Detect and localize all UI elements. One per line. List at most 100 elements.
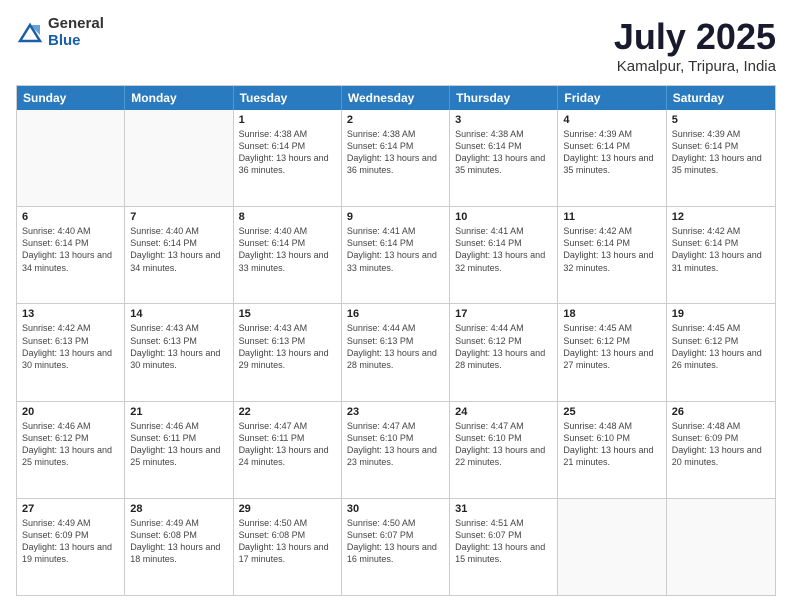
day-number: 11 bbox=[563, 211, 660, 223]
cal-cell-2-6: 19Sunrise: 4:45 AMSunset: 6:12 PMDayligh… bbox=[667, 304, 775, 400]
header-friday: Friday bbox=[558, 86, 666, 110]
cal-cell-3-4: 24 Sunrise: 4:47 AMSunset: 6:10 PMDayligh… bbox=[450, 402, 558, 498]
day-number: 1 bbox=[239, 114, 336, 126]
cal-cell-3-1: 21Sunrise: 4:46 AMSunset: 6:11 PMDayligh… bbox=[125, 402, 233, 498]
cal-cell-1-5: 11 Sunrise: 4:42 AMSunset: 6:14 PMDayligh… bbox=[558, 207, 666, 303]
header-saturday: Saturday bbox=[667, 86, 775, 110]
cal-cell-0-5: 4 Sunrise: 4:39 AMSunset: 6:14 PMDaylight… bbox=[558, 110, 666, 206]
cell-info: Sunrise: 4:38 AMSunset: 6:14 PMDaylight:… bbox=[347, 128, 444, 177]
cal-cell-4-3: 30Sunrise: 4:50 AMSunset: 6:07 PMDayligh… bbox=[342, 499, 450, 595]
cal-cell-1-4: 10 Sunrise: 4:41 AMSunset: 6:14 PMDayligh… bbox=[450, 207, 558, 303]
cal-cell-1-6: 12Sunrise: 4:42 AMSunset: 6:14 PMDayligh… bbox=[667, 207, 775, 303]
day-number: 27 bbox=[22, 503, 119, 515]
cell-info: Sunrise: 4:48 AMSunset: 6:10 PMDaylight:… bbox=[563, 420, 660, 469]
cell-info: Sunrise: 4:40 AMSunset: 6:14 PMDaylight:… bbox=[239, 225, 336, 274]
day-number: 5 bbox=[672, 114, 770, 126]
day-number: 13 bbox=[22, 308, 119, 320]
cell-info: Sunrise: 4:40 AMSunset: 6:14 PMDaylight:… bbox=[130, 225, 227, 274]
day-number: 22 bbox=[239, 406, 336, 418]
day-number: 15 bbox=[239, 308, 336, 320]
cal-cell-1-1: 7 Sunrise: 4:40 AMSunset: 6:14 PMDaylight… bbox=[125, 207, 233, 303]
day-number: 14 bbox=[130, 308, 227, 320]
day-number: 26 bbox=[672, 406, 770, 418]
day-number: 8 bbox=[239, 211, 336, 223]
day-number: 4 bbox=[563, 114, 660, 126]
cell-info: Sunrise: 4:42 AMSunset: 6:14 PMDaylight:… bbox=[563, 225, 660, 274]
cal-cell-0-3: 2Sunrise: 4:38 AMSunset: 6:14 PMDaylight… bbox=[342, 110, 450, 206]
cal-cell-4-2: 29Sunrise: 4:50 AMSunset: 6:08 PMDayligh… bbox=[234, 499, 342, 595]
cal-cell-2-5: 18 Sunrise: 4:45 AMSunset: 6:12 PMDayligh… bbox=[558, 304, 666, 400]
cal-cell-3-3: 23Sunrise: 4:47 AMSunset: 6:10 PMDayligh… bbox=[342, 402, 450, 498]
cell-info: Sunrise: 4:50 AMSunset: 6:08 PMDaylight:… bbox=[239, 517, 336, 566]
cell-info: Sunrise: 4:47 AMSunset: 6:10 PMDaylight:… bbox=[455, 420, 552, 469]
cal-cell-4-5 bbox=[558, 499, 666, 595]
day-number: 25 bbox=[563, 406, 660, 418]
cal-cell-0-6: 5 Sunrise: 4:39 AMSunset: 6:14 PMDaylight… bbox=[667, 110, 775, 206]
cal-row-1: 6 Sunrise: 4:40 AMSunset: 6:14 PMDaylight… bbox=[17, 206, 775, 303]
cell-info: Sunrise: 4:43 AMSunset: 6:13 PMDaylight:… bbox=[239, 322, 336, 371]
cell-info: Sunrise: 4:39 AMSunset: 6:14 PMDaylight:… bbox=[672, 128, 770, 177]
cell-info: Sunrise: 4:43 AMSunset: 6:13 PMDaylight:… bbox=[130, 322, 227, 371]
day-number: 3 bbox=[455, 114, 552, 126]
cal-row-3: 20 Sunrise: 4:46 AMSunset: 6:12 PMDayligh… bbox=[17, 401, 775, 498]
cal-cell-0-4: 3 Sunrise: 4:38 AMSunset: 6:14 PMDaylight… bbox=[450, 110, 558, 206]
cal-cell-4-1: 28 Sunrise: 4:49 AMSunset: 6:08 PMDayligh… bbox=[125, 499, 233, 595]
cell-info: Sunrise: 4:44 AMSunset: 6:13 PMDaylight:… bbox=[347, 322, 444, 371]
header-thursday: Thursday bbox=[450, 86, 558, 110]
cal-row-2: 13 Sunrise: 4:42 AMSunset: 6:13 PMDayligh… bbox=[17, 303, 775, 400]
cell-info: Sunrise: 4:40 AMSunset: 6:14 PMDaylight:… bbox=[22, 225, 119, 274]
cell-info: Sunrise: 4:38 AMSunset: 6:14 PMDaylight:… bbox=[455, 128, 552, 177]
cal-cell-2-0: 13 Sunrise: 4:42 AMSunset: 6:13 PMDayligh… bbox=[17, 304, 125, 400]
calendar: Sunday Monday Tuesday Wednesday Thursday… bbox=[16, 85, 776, 596]
cal-cell-0-1 bbox=[125, 110, 233, 206]
cell-info: Sunrise: 4:45 AMSunset: 6:12 PMDaylight:… bbox=[672, 322, 770, 371]
cal-cell-4-6 bbox=[667, 499, 775, 595]
logo-general-text: General bbox=[48, 16, 104, 33]
day-number: 23 bbox=[347, 406, 444, 418]
header-wednesday: Wednesday bbox=[342, 86, 450, 110]
cal-cell-2-1: 14 Sunrise: 4:43 AMSunset: 6:13 PMDayligh… bbox=[125, 304, 233, 400]
cell-info: Sunrise: 4:46 AMSunset: 6:11 PMDaylight:… bbox=[130, 420, 227, 469]
day-number: 16 bbox=[347, 308, 444, 320]
cell-info: Sunrise: 4:39 AMSunset: 6:14 PMDaylight:… bbox=[563, 128, 660, 177]
cal-cell-2-2: 15 Sunrise: 4:43 AMSunset: 6:13 PMDayligh… bbox=[234, 304, 342, 400]
day-number: 6 bbox=[22, 211, 119, 223]
header-monday: Monday bbox=[125, 86, 233, 110]
cal-cell-3-5: 25 Sunrise: 4:48 AMSunset: 6:10 PMDayligh… bbox=[558, 402, 666, 498]
cal-cell-0-2: 1 Sunrise: 4:38 AMSunset: 6:14 PMDaylight… bbox=[234, 110, 342, 206]
logo-icon bbox=[16, 19, 44, 47]
cal-cell-3-6: 26Sunrise: 4:48 AMSunset: 6:09 PMDayligh… bbox=[667, 402, 775, 498]
title-location: Kamalpur, Tripura, India bbox=[614, 58, 776, 75]
calendar-header: Sunday Monday Tuesday Wednesday Thursday… bbox=[17, 86, 775, 110]
cell-info: Sunrise: 4:46 AMSunset: 6:12 PMDaylight:… bbox=[22, 420, 119, 469]
header-tuesday: Tuesday bbox=[234, 86, 342, 110]
logo: General Blue bbox=[16, 16, 104, 49]
cal-cell-1-2: 8 Sunrise: 4:40 AMSunset: 6:14 PMDaylight… bbox=[234, 207, 342, 303]
day-number: 20 bbox=[22, 406, 119, 418]
day-number: 24 bbox=[455, 406, 552, 418]
day-number: 31 bbox=[455, 503, 552, 515]
cell-info: Sunrise: 4:50 AMSunset: 6:07 PMDaylight:… bbox=[347, 517, 444, 566]
day-number: 18 bbox=[563, 308, 660, 320]
cell-info: Sunrise: 4:45 AMSunset: 6:12 PMDaylight:… bbox=[563, 322, 660, 371]
header: General Blue July 2025 Kamalpur, Tripura… bbox=[16, 16, 776, 75]
page: General Blue July 2025 Kamalpur, Tripura… bbox=[0, 0, 792, 612]
logo-blue-text: Blue bbox=[48, 33, 104, 50]
cell-info: Sunrise: 4:41 AMSunset: 6:14 PMDaylight:… bbox=[455, 225, 552, 274]
cell-info: Sunrise: 4:44 AMSunset: 6:12 PMDaylight:… bbox=[455, 322, 552, 371]
logo-text: General Blue bbox=[48, 16, 104, 49]
day-number: 7 bbox=[130, 211, 227, 223]
cell-info: Sunrise: 4:38 AMSunset: 6:14 PMDaylight:… bbox=[239, 128, 336, 177]
title-block: July 2025 Kamalpur, Tripura, India bbox=[614, 16, 776, 75]
day-number: 10 bbox=[455, 211, 552, 223]
cell-info: Sunrise: 4:51 AMSunset: 6:07 PMDaylight:… bbox=[455, 517, 552, 566]
day-number: 9 bbox=[347, 211, 444, 223]
cell-info: Sunrise: 4:49 AMSunset: 6:09 PMDaylight:… bbox=[22, 517, 119, 566]
cell-info: Sunrise: 4:42 AMSunset: 6:13 PMDaylight:… bbox=[22, 322, 119, 371]
cal-cell-3-2: 22Sunrise: 4:47 AMSunset: 6:11 PMDayligh… bbox=[234, 402, 342, 498]
cell-info: Sunrise: 4:49 AMSunset: 6:08 PMDaylight:… bbox=[130, 517, 227, 566]
day-number: 17 bbox=[455, 308, 552, 320]
cal-cell-0-0 bbox=[17, 110, 125, 206]
day-number: 28 bbox=[130, 503, 227, 515]
cell-info: Sunrise: 4:42 AMSunset: 6:14 PMDaylight:… bbox=[672, 225, 770, 274]
